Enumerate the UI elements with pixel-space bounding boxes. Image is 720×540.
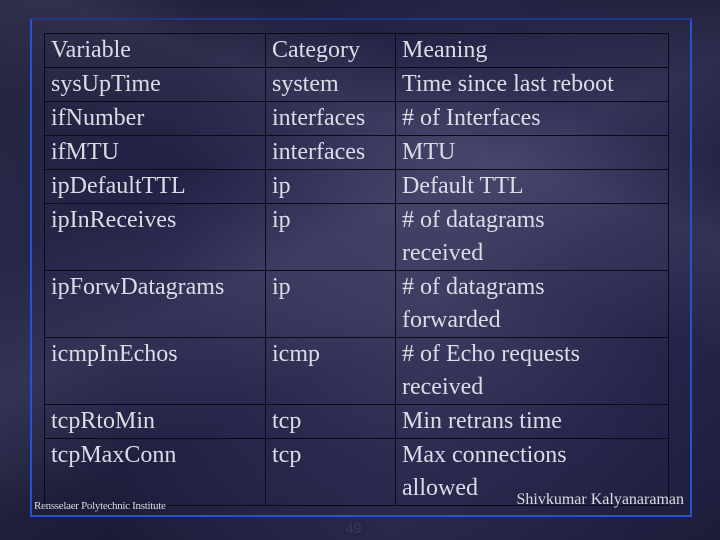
cell-meaning: Time since last reboot [395,67,669,102]
meaning-line: received [402,374,484,400]
cell-category: ip [265,203,396,271]
cell-meaning: # of datagrams received [395,203,669,271]
table-row: ipInReceives ip # of datagrams received [44,203,669,271]
footer-institution: Rensselaer Polytechnic Institute [34,500,166,512]
header-meaning: Meaning [395,33,669,68]
meaning-line: # of datagrams [402,207,545,233]
footer-author: Shivkumar Kalyanaraman [516,491,685,508]
meaning-line: Time since last reboot [402,71,614,97]
cell-category: system [265,67,396,102]
meaning-line: forwarded [402,307,501,333]
cell-category: ip [265,169,396,204]
cell-variable: tcpRtoMin [44,404,266,439]
header-variable: Variable [44,33,266,68]
cell-meaning: Default TTL [395,169,669,204]
meaning-line: # of Interfaces [402,105,541,131]
table-row: ipDefaultTTL ip Default TTL [44,169,669,204]
cell-variable: ipForwDatagrams [44,270,266,338]
cell-meaning: Min retrans time [395,404,669,439]
cell-category: icmp [265,337,396,405]
cell-variable: sysUpTime [44,67,266,102]
cell-category: interfaces [265,135,396,170]
meaning-line: # of Echo requests [402,341,580,367]
meaning-line: MTU [402,139,456,165]
cell-meaning: MTU [395,135,669,170]
cell-meaning: # of Echo requests received [395,337,669,405]
cell-variable: ipDefaultTTL [44,169,266,204]
table-row: ipForwDatagrams ip # of datagrams forwarded [44,270,669,338]
cell-category: tcp [265,404,396,439]
table-row: sysUpTime system Time since last reboot [44,67,669,102]
meaning-line: Min retrans time [402,408,562,434]
cell-meaning: # of Interfaces [395,101,669,136]
cell-variable: ifMTU [44,135,266,170]
cell-category: ip [265,270,396,338]
table-row: tcpRtoMin tcp Min retrans time [44,404,669,439]
table-row: icmpInEchos icmp # of Echo requests receive… [44,337,669,405]
table-row: ifNumber interfaces # of Interfaces [44,101,669,136]
meaning-line: Max connections [402,442,567,468]
cell-variable: ipInReceives [44,203,266,271]
meaning-line: Default TTL [402,173,524,199]
cell-variable: ifNumber [44,101,266,136]
header-category: Category [265,33,396,68]
cell-category: interfaces [265,101,396,136]
cell-variable: icmpInEchos [44,337,266,405]
cell-meaning: # of datagrams forwarded [395,270,669,338]
cell-category: tcp [265,438,396,506]
table-header-row: Variable Category Meaning [44,33,669,68]
cell-variable: tcpMaxConn [44,438,266,506]
mib-variables-table: Variable Category Meaning sysUpTime syste… [44,33,669,506]
meaning-line: received [402,240,484,266]
table-row: ifMTU interfaces MTU [44,135,669,170]
page-number: 49 [346,520,362,536]
meaning-line: # of datagrams [402,274,545,300]
